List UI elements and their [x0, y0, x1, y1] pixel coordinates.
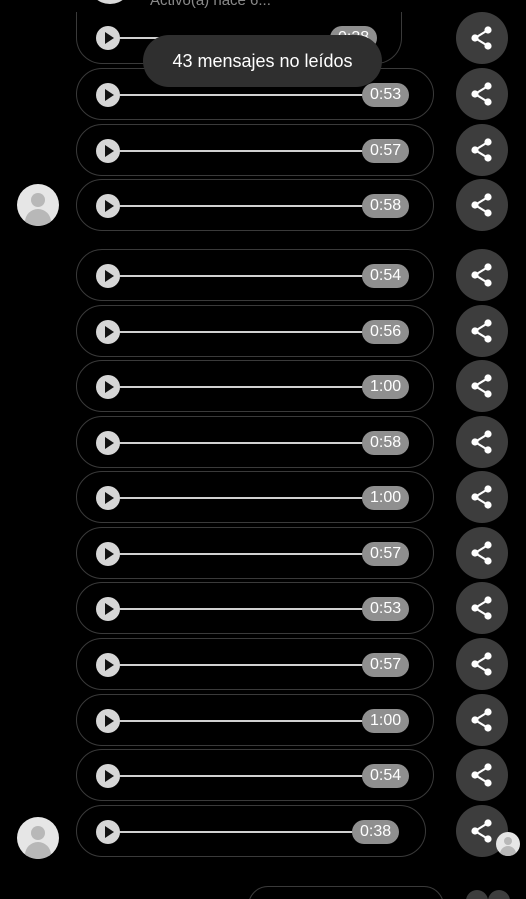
- play-icon[interactable]: [96, 194, 120, 218]
- duration-label: 0:57: [362, 653, 410, 677]
- play-icon[interactable]: [96, 320, 120, 344]
- voice-message-bubble[interactable]: 1:00: [76, 471, 434, 523]
- share-button[interactable]: [456, 527, 508, 579]
- contact-status: Activo(a) hace 6...: [150, 0, 271, 9]
- share-button[interactable]: [456, 638, 508, 690]
- share-button[interactable]: [456, 12, 508, 64]
- audio-progress-track[interactable]: [119, 775, 366, 777]
- share-button[interactable]: [456, 416, 508, 468]
- duration-label: 1:00: [362, 486, 410, 510]
- avatar-head: [31, 193, 45, 207]
- reply-bubble-partial: [248, 886, 444, 899]
- share-button[interactable]: [456, 749, 508, 801]
- voice-message-bubble[interactable]: 0:58: [76, 416, 434, 468]
- duration-label: 0:58: [362, 431, 410, 455]
- duration-label: 0:53: [362, 597, 410, 621]
- audio-progress-track[interactable]: [119, 664, 366, 666]
- voice-message-bubble[interactable]: 0:54: [76, 249, 434, 301]
- audio-progress-track[interactable]: [119, 497, 366, 499]
- play-icon[interactable]: [96, 486, 120, 510]
- play-icon[interactable]: [96, 139, 120, 163]
- play-icon[interactable]: [96, 375, 120, 399]
- share-button[interactable]: [456, 582, 508, 634]
- play-icon[interactable]: [96, 709, 120, 733]
- duration-label: 1:00: [362, 375, 410, 399]
- avatar-body: [500, 846, 516, 856]
- voice-message-bubble[interactable]: 0:57: [76, 124, 434, 176]
- audio-progress-track[interactable]: [119, 150, 366, 152]
- voice-message-bubble[interactable]: 0:56: [76, 305, 434, 357]
- audio-progress-track[interactable]: [119, 608, 366, 610]
- seen-receipt-avatar: [496, 832, 520, 856]
- voice-message-bubble[interactable]: 0:57: [76, 527, 434, 579]
- play-icon[interactable]: [96, 83, 120, 107]
- duration-label: 0:54: [362, 764, 410, 788]
- voice-message-bubble[interactable]: 0:53: [76, 582, 434, 634]
- share-button[interactable]: [456, 360, 508, 412]
- unread-messages-toast[interactable]: 43 mensajes no leídos: [143, 35, 382, 87]
- sender-avatar[interactable]: [17, 817, 59, 859]
- play-icon[interactable]: [96, 597, 120, 621]
- audio-progress-track[interactable]: [119, 331, 366, 333]
- audio-progress-track[interactable]: [119, 553, 366, 555]
- chat-screen: Activo(a) hace 6... 0:38 0:53 0:57 0:58 0:54…: [0, 0, 526, 899]
- duration-label: 0:53: [362, 83, 410, 107]
- avatar-head: [504, 837, 512, 845]
- voice-message-bubble[interactable]: 1:00: [76, 694, 434, 746]
- duration-label: 0:57: [362, 542, 410, 566]
- voice-message-bubble[interactable]: 0:57: [76, 638, 434, 690]
- duration-label: 0:38: [352, 820, 400, 844]
- duration-label: 1:00: [362, 709, 410, 733]
- share-button[interactable]: [456, 68, 508, 120]
- share-button[interactable]: [456, 124, 508, 176]
- avatar-body: [25, 842, 51, 859]
- audio-progress-track[interactable]: [119, 386, 366, 388]
- audio-progress-track[interactable]: [119, 720, 366, 722]
- audio-progress-track[interactable]: [119, 831, 356, 833]
- duration-label: 0:54: [362, 264, 410, 288]
- reaction-dot: [488, 890, 510, 899]
- duration-label: 0:57: [362, 139, 410, 163]
- reaction-dot: [466, 890, 488, 899]
- audio-progress-track[interactable]: [119, 275, 366, 277]
- share-button[interactable]: [456, 471, 508, 523]
- play-icon[interactable]: [96, 820, 120, 844]
- play-icon[interactable]: [96, 431, 120, 455]
- audio-progress-track[interactable]: [119, 442, 366, 444]
- audio-progress-track[interactable]: [119, 205, 366, 207]
- avatar-body: [25, 209, 51, 226]
- share-button[interactable]: [456, 249, 508, 301]
- duration-label: 0:58: [362, 194, 410, 218]
- avatar-head: [31, 826, 45, 840]
- contact-avatar[interactable]: [88, 0, 132, 4]
- voice-message-bubble[interactable]: 0:54: [76, 749, 434, 801]
- voice-message-bubble[interactable]: 1:00: [76, 360, 434, 412]
- voice-message-bubble[interactable]: 0:58: [76, 179, 434, 231]
- play-icon[interactable]: [96, 264, 120, 288]
- play-icon[interactable]: [96, 653, 120, 677]
- play-icon[interactable]: [96, 26, 120, 50]
- share-button[interactable]: [456, 305, 508, 357]
- duration-label: 0:56: [362, 320, 410, 344]
- sender-avatar[interactable]: [17, 184, 59, 226]
- share-button[interactable]: [456, 179, 508, 231]
- share-button[interactable]: [456, 694, 508, 746]
- play-icon[interactable]: [96, 764, 120, 788]
- audio-progress-track[interactable]: [119, 94, 366, 96]
- play-icon[interactable]: [96, 542, 120, 566]
- voice-message-bubble[interactable]: 0:38: [76, 805, 426, 857]
